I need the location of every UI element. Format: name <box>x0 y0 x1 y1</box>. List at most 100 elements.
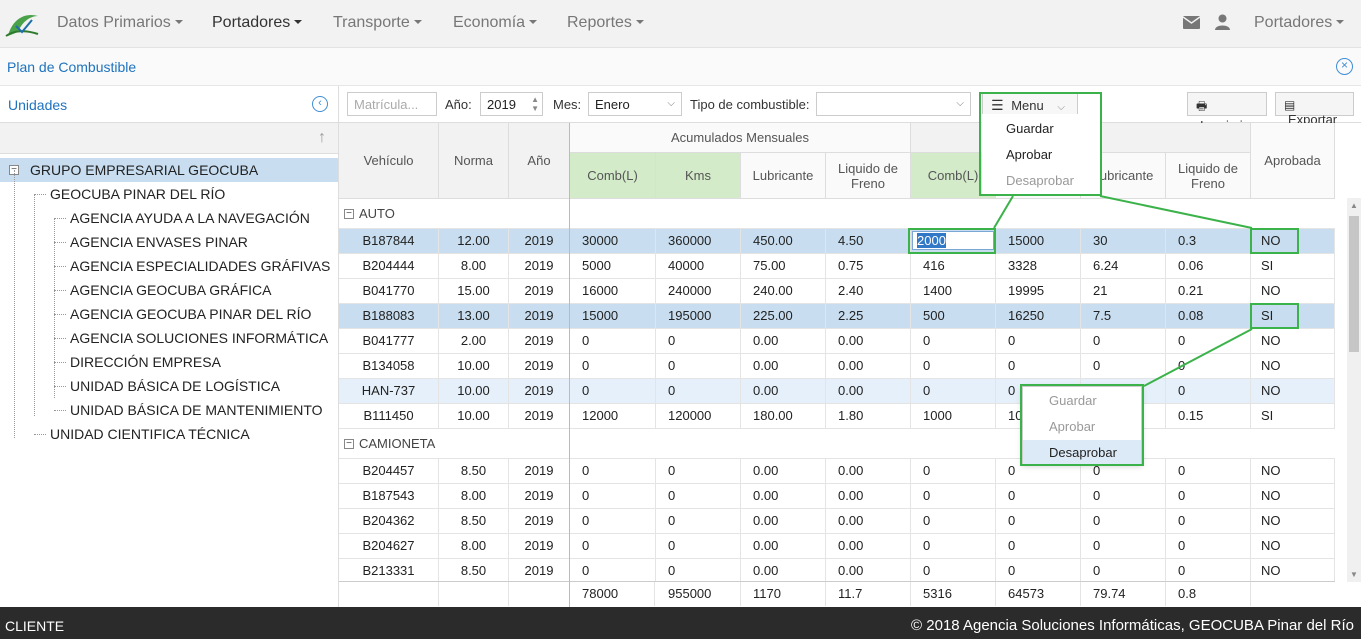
table-cell[interactable]: 2019 <box>509 484 570 508</box>
table-cell[interactable]: 8.00 <box>439 534 509 558</box>
table-cell[interactable]: 8.00 <box>439 484 509 508</box>
table-cell[interactable]: 0.00 <box>826 509 911 533</box>
table-cell[interactable]: 13.00 <box>439 304 509 328</box>
table-cell[interactable]: 450.00 <box>741 229 826 253</box>
table-cell[interactable]: 0.00 <box>741 509 826 533</box>
table-cell[interactable]: NO <box>1251 559 1335 583</box>
app-logo[interactable] <box>2 6 42 42</box>
table-cell[interactable]: 0.00 <box>826 484 911 508</box>
table-cell[interactable]: 19995 <box>996 279 1081 303</box>
col-header-kms[interactable]: Kms <box>656 153 741 199</box>
tree-node[interactable]: UNIDAD BÁSICA DE MANTENIMIENTO <box>0 398 338 422</box>
table-cell[interactable]: 0 <box>1081 559 1166 583</box>
tree-node[interactable]: AGENCIA ESPECIALIDADES GRÁFIVAS <box>0 254 338 278</box>
table-cell[interactable]: NO <box>1251 379 1335 403</box>
group-row[interactable]: − AUTO <box>339 199 1335 229</box>
table-row[interactable]: B204627 8.00 2019 0 0 0.00 0.00 0 0 0 0 NO <box>339 534 1335 559</box>
table-cell[interactable]: 2019 <box>509 329 570 353</box>
spinner-arrows-icon[interactable]: ▲ ▼ <box>531 95 539 113</box>
table-cell[interactable]: 180.00 <box>741 404 826 428</box>
table-cell[interactable]: 8.50 <box>439 559 509 583</box>
table-cell[interactable]: B187543 <box>339 484 439 508</box>
table-row[interactable]: B18784412.00201930000360000450.004.50200… <box>339 229 1335 254</box>
table-cell[interactable]: 0.00 <box>826 379 911 403</box>
nav-user-portadores[interactable]: Portadores <box>1254 14 1345 32</box>
table-cell[interactable]: 8.00 <box>439 254 509 278</box>
col-header-anio[interactable]: Año <box>509 123 570 199</box>
table-cell[interactable]: 0 <box>996 354 1081 378</box>
table-cell[interactable]: NO <box>1251 509 1335 533</box>
table-cell[interactable]: SI <box>1251 404 1335 428</box>
table-cell[interactable]: 15.00 <box>439 279 509 303</box>
table-cell[interactable]: 0 <box>1081 484 1166 508</box>
table-cell[interactable]: 2.40 <box>826 279 911 303</box>
table-cell[interactable]: 0.00 <box>741 459 826 483</box>
table-cell[interactable]: 0 <box>1081 329 1166 353</box>
table-cell[interactable]: 0.00 <box>741 559 826 583</box>
table-cell[interactable]: 2019 <box>509 559 570 583</box>
table-cell[interactable]: 0 <box>1081 509 1166 533</box>
table-cell[interactable]: NO <box>1251 484 1335 508</box>
tree-node[interactable]: UNIDAD BÁSICA DE LOGÍSTICA <box>0 374 338 398</box>
table-cell[interactable]: 0.06 <box>1166 254 1251 278</box>
table-cell[interactable]: B204362 <box>339 509 439 533</box>
table-cell[interactable]: 0 <box>656 329 741 353</box>
table-cell[interactable]: 0 <box>911 559 996 583</box>
table-cell[interactable]: 1400 <box>911 279 996 303</box>
table-cell[interactable]: 15000 <box>996 229 1081 253</box>
table-cell[interactable]: 0 <box>996 559 1081 583</box>
table-cell[interactable]: B041770 <box>339 279 439 303</box>
collapse-group-icon[interactable]: − <box>344 209 354 219</box>
imprimir-button[interactable]: 🖶 Imprimir <box>1187 92 1267 133</box>
arrow-up-icon[interactable]: ↑ <box>318 129 326 147</box>
table-cell[interactable]: 195000 <box>656 304 741 328</box>
table-cell[interactable]: B111450 <box>339 404 439 428</box>
table-cell[interactable]: 225.00 <box>741 304 826 328</box>
table-cell[interactable]: 120000 <box>656 404 741 428</box>
table-cell[interactable]: 1.80 <box>826 404 911 428</box>
table-cell[interactable]: 0 <box>656 459 741 483</box>
table-row[interactable]: B188083 13.00 2019 15000 195000 225.00 2.25 500… <box>339 304 1335 329</box>
table-cell[interactable]: 0 <box>996 329 1081 353</box>
table-cell[interactable]: B204627 <box>339 534 439 558</box>
table-cell[interactable]: 2019 <box>509 354 570 378</box>
anio-spinner[interactable]: 2019 ▲ ▼ <box>480 92 543 116</box>
table-cell[interactable]: 0 <box>1166 379 1251 403</box>
table-cell[interactable]: 360000 <box>656 229 741 253</box>
nav-economia[interactable]: Economía <box>453 14 538 32</box>
table-cell[interactable]: 2.00 <box>439 329 509 353</box>
tree-node[interactable]: AGENCIA ENVASES PINAR <box>0 230 338 254</box>
scroll-down-icon[interactable]: ▼ <box>1350 570 1358 579</box>
table-cell[interactable]: 2019 <box>509 379 570 403</box>
table-cell[interactable]: 10.00 <box>439 354 509 378</box>
table-row[interactable]: B204457 8.50 2019 0 0 0.00 0.00 0 0 0 0 NO <box>339 459 1335 484</box>
table-row[interactable]: B204444 8.00 2019 5000 40000 75.00 0.75 416 3328… <box>339 254 1335 279</box>
table-cell[interactable]: 0 <box>911 354 996 378</box>
table-cell[interactable]: 10.00 <box>439 379 509 403</box>
table-row[interactable]: B204362 8.50 2019 0 0 0.00 0.00 0 0 0 0 NO <box>339 509 1335 534</box>
table-cell[interactable]: 0.75 <box>826 254 911 278</box>
table-cell[interactable]: 0 <box>1166 329 1251 353</box>
table-cell[interactable]: 0 <box>570 509 656 533</box>
tree-node[interactable]: GRUPO EMPRESARIAL GEOCUBA − <box>0 158 338 182</box>
tree-node[interactable]: AGENCIA GEOCUBA GRÁFICA <box>0 278 338 302</box>
tree-node[interactable]: AGENCIA SOLUCIONES INFORMÁTICA <box>0 326 338 350</box>
table-cell[interactable]: B204444 <box>339 254 439 278</box>
table-cell[interactable]: 0 <box>1081 354 1166 378</box>
table-cell[interactable]: 0 <box>570 379 656 403</box>
nav-transporte[interactable]: Transporte <box>333 14 422 32</box>
table-cell[interactable]: 0 <box>911 329 996 353</box>
table-cell[interactable]: 0 <box>1166 354 1251 378</box>
table-cell[interactable]: 0.00 <box>741 484 826 508</box>
table-cell[interactable]: 16000 <box>570 279 656 303</box>
table-cell[interactable]: 2019 <box>509 404 570 428</box>
table-cell[interactable]: 2019 <box>509 509 570 533</box>
table-cell[interactable]: 0 <box>570 329 656 353</box>
scrollbar-thumb[interactable] <box>1349 216 1359 352</box>
table-cell[interactable]: 0 <box>996 509 1081 533</box>
table-cell[interactable]: 0.00 <box>826 534 911 558</box>
table-cell[interactable]: 0 <box>570 354 656 378</box>
table-cell[interactable]: 21 <box>1081 279 1166 303</box>
table-cell[interactable]: 0.08 <box>1166 304 1251 328</box>
table-cell[interactable]: 0 <box>996 534 1081 558</box>
